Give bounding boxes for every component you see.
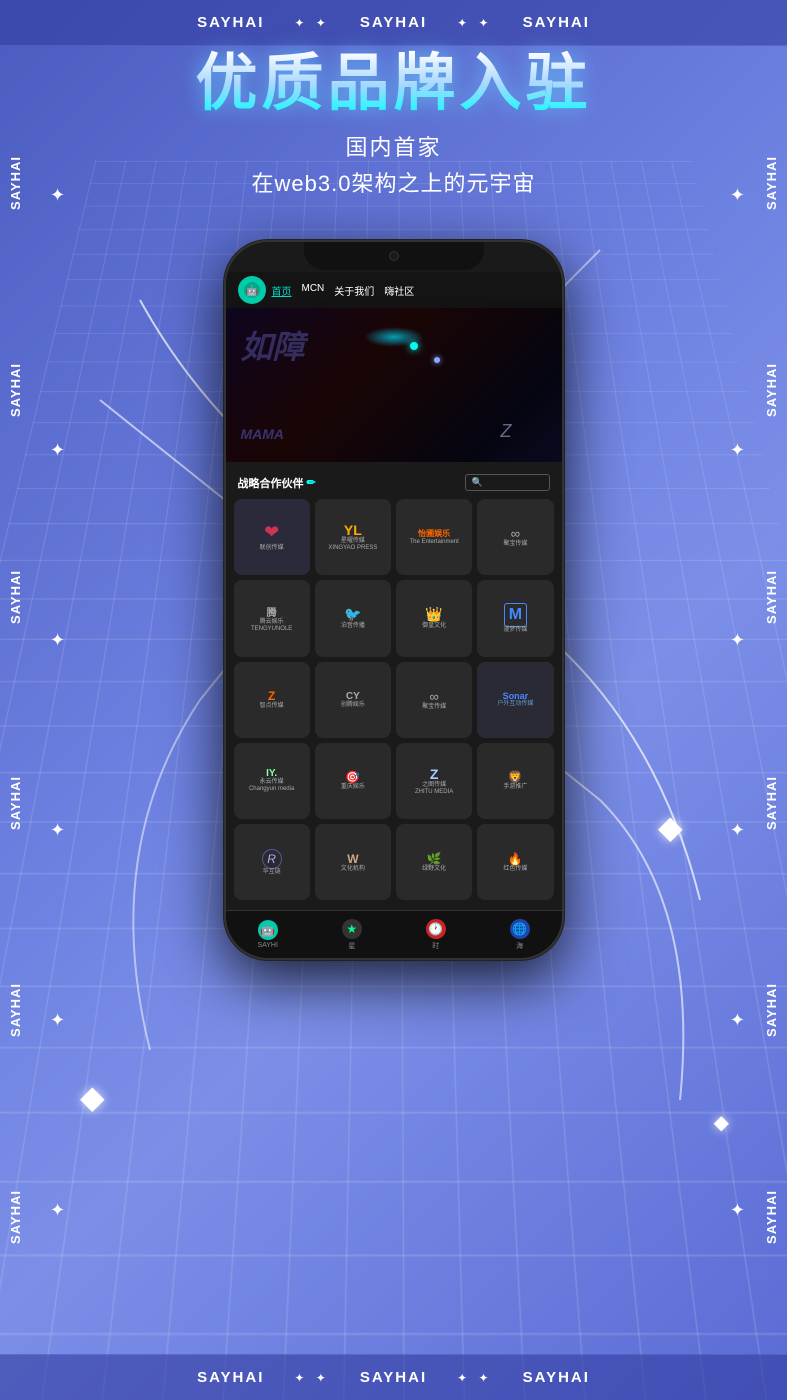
phone-mockup: 🤖 首页 MCN 关于我们 嗨社区 如障	[224, 240, 564, 960]
left-label-6: SAYHAI	[8, 1190, 23, 1244]
right-label-2: SAYHAI	[764, 363, 779, 417]
brand-card-2[interactable]: YL 星曜传媒XINGYAO PRESS	[315, 499, 391, 575]
top-bar-sayhai-1: SAYHAI	[197, 14, 264, 31]
star-icon-8: ✦	[730, 820, 745, 841]
top-bar-dots-1: ✦ ✦	[294, 16, 329, 30]
brand-card-14[interactable]: 🎯 重庆娱乐	[315, 743, 391, 819]
right-label-5: SAYHAI	[764, 983, 779, 1037]
brand-card-1[interactable]: ❤ 联创传媒	[234, 499, 310, 575]
left-label-5: SAYHAI	[8, 983, 23, 1037]
brands-grid: ❤ 联创传媒 YL 星曜传媒XINGYAO PRESS 怡圃娱乐 T	[234, 499, 554, 900]
left-label-4: SAYHAI	[8, 776, 23, 830]
brand-card-6[interactable]: 🐦 泊音传播	[315, 580, 391, 656]
left-side-labels: SAYHAI SAYHAI SAYHAI SAYHAI SAYHAI SAYHA…	[8, 0, 23, 1400]
bottom-bar-dots-1: ✦ ✦	[294, 1371, 329, 1385]
star-icon-12: ✦	[730, 1200, 745, 1221]
phone-nav: 🤖 首页 MCN 关于我们 嗨社区	[226, 272, 562, 308]
right-label-6: SAYHAI	[764, 1190, 779, 1244]
brands-title: 战略合作伙伴 ✏	[238, 475, 316, 491]
star-icon-7: ✦	[50, 820, 65, 841]
star-icon-4: ✦	[730, 440, 745, 461]
phone-notch	[304, 242, 484, 270]
nav-logo: 🤖	[238, 276, 266, 304]
phone-screen: 🤖 首页 MCN 关于我们 嗨社区 如障	[226, 242, 562, 958]
brand-card-13[interactable]: IY. 永云传媒Changyun media	[234, 743, 310, 819]
right-side-labels: SAYHAI SAYHAI SAYHAI SAYHAI SAYHAI SAYHA…	[764, 0, 779, 1400]
brand-card-11[interactable]: ∞ 聚宝传媒	[396, 662, 472, 738]
nav-about[interactable]: 关于我们	[334, 283, 374, 298]
brand-card-20[interactable]: 🔥 红色传媒	[477, 824, 553, 900]
bottom-bar-dots-2: ✦ ✦	[457, 1371, 492, 1385]
main-title: 优质品牌入驻	[0, 50, 787, 118]
bottom-nav-sayhi[interactable]: 🤖 SAYHI	[257, 920, 278, 949]
bottom-bar: SAYHAI ✦ ✦ SAYHAI ✦ ✦ SAYHAI	[0, 1354, 787, 1400]
bottom-bar-sayhai-3: SAYHAI	[523, 1369, 590, 1386]
nav-items: 首页 MCN 关于我们 嗨社区	[272, 283, 415, 298]
brand-card-19[interactable]: 🌿 绿野文化	[396, 824, 472, 900]
right-label-4: SAYHAI	[764, 776, 779, 830]
phone-brands-section[interactable]: 战略合作伙伴 ✏ 🔍 ❤ 联创传媒	[226, 462, 562, 910]
brand-card-8[interactable]: M 漫梦传媒	[477, 580, 553, 656]
bottom-bar-sayhai-2: SAYHAI	[360, 1369, 427, 1386]
diamond-large-2: ◆	[80, 1078, 105, 1116]
brands-header: 战略合作伙伴 ✏ 🔍	[234, 470, 554, 499]
brand-card-17[interactable]: R 华互链	[234, 824, 310, 900]
bottom-nav-clock[interactable]: 🕐 时	[426, 919, 446, 951]
header-section: 优质品牌入驻 国内首家 在web3.0架构之上的元宇宙	[0, 50, 787, 198]
svg-text:🤖: 🤖	[245, 284, 257, 297]
brand-card-16[interactable]: 🦁 手游推广	[477, 743, 553, 819]
phone-bottom-nav: 🤖 SAYHI ★ 星 🕐 时	[226, 910, 562, 958]
hero-text: 如障	[241, 322, 305, 368]
nav-mcn[interactable]: MCN	[302, 283, 325, 298]
star-icon-6: ✦	[730, 630, 745, 651]
star-icon-9: ✦	[50, 1010, 65, 1031]
sub-title1: 国内首家	[0, 130, 787, 162]
brand-card-18[interactable]: W 文化机构	[315, 824, 391, 900]
star-icon-3: ✦	[50, 440, 65, 461]
brand-card-sonar[interactable]: Sonar 户外互动传媒	[477, 662, 553, 738]
right-label-3: SAYHAI	[764, 570, 779, 624]
star-icon-5: ✦	[50, 630, 65, 651]
nav-home[interactable]: 首页	[272, 283, 292, 298]
left-label-3: SAYHAI	[8, 570, 23, 624]
brand-card-7[interactable]: 👑 御皇文化	[396, 580, 472, 656]
bottom-bar-sayhai-1: SAYHAI	[197, 1369, 264, 1386]
power-button	[562, 362, 564, 422]
brand-card-3[interactable]: 怡圃娱乐 The Entertainment	[396, 499, 472, 575]
top-bar-sayhai-2: SAYHAI	[360, 14, 427, 31]
phone-hero-banner: 如障 MAMA Z	[226, 302, 562, 462]
top-bar-sayhai-3: SAYHAI	[523, 14, 590, 31]
top-bar: SAYHAI ✦ ✦ SAYHAI ✦ ✦ SAYHAI	[0, 0, 787, 46]
phone-frame: 🤖 首页 MCN 关于我们 嗨社区 如障	[224, 240, 564, 960]
brand-card-15[interactable]: Z 之图传媒ZHITU MEDIA	[396, 743, 472, 819]
sub-title2: 在web3.0架构之上的元宇宙	[0, 166, 787, 198]
nav-community[interactable]: 嗨社区	[384, 283, 414, 298]
brand-card-4[interactable]: ∞ 聚宝传媒	[477, 499, 553, 575]
star-icon-11: ✦	[50, 1200, 65, 1221]
star-icon-10: ✦	[730, 1010, 745, 1031]
top-bar-dots-2: ✦ ✦	[457, 16, 492, 30]
bottom-nav-star[interactable]: ★ 星	[342, 919, 362, 951]
front-camera	[389, 251, 399, 261]
diamond-large-1: ◆	[658, 808, 683, 846]
brand-card-9[interactable]: Z 智点传媒	[234, 662, 310, 738]
brand-card-5[interactable]: 腾 腾云娱乐TENGYUNOLE	[234, 580, 310, 656]
bottom-nav-globe[interactable]: 🌐 海	[510, 919, 530, 951]
left-label-2: SAYHAI	[8, 363, 23, 417]
diamond-large-3: ◆	[714, 1110, 729, 1135]
brands-search-box[interactable]: 🔍	[465, 474, 550, 491]
brand-card-10[interactable]: CY 创腾娱乐	[315, 662, 391, 738]
